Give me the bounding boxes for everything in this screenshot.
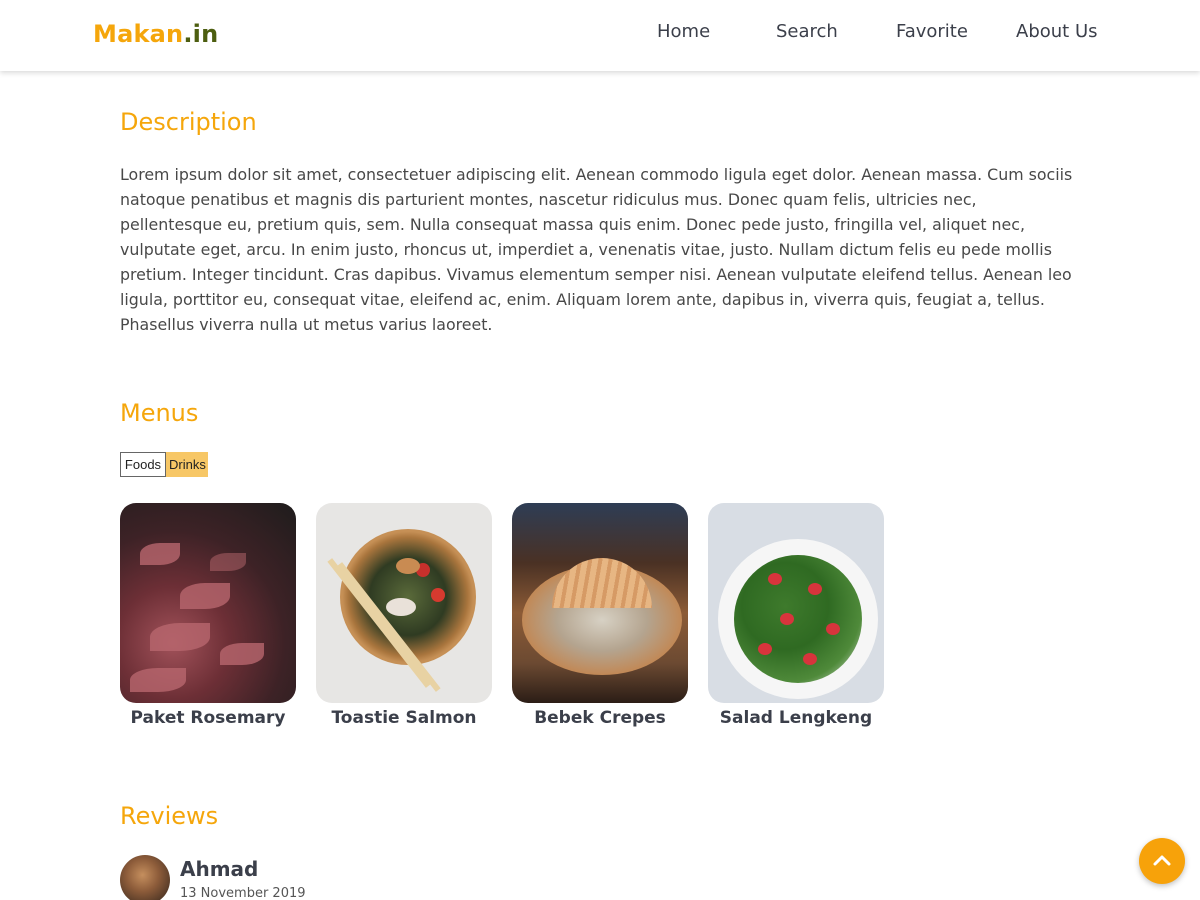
back-to-top-button[interactable] <box>1139 838 1185 884</box>
menu-card-title: Toastie Salmon <box>331 708 477 728</box>
menu-card-image <box>120 503 296 703</box>
description-text: Lorem ipsum dolor sit amet, consectetuer… <box>120 165 1073 334</box>
nav-favorite[interactable]: Favorite <box>896 21 968 42</box>
reviews-heading: Reviews <box>120 802 219 830</box>
menu-card-image <box>708 503 884 703</box>
menu-card[interactable]: Toastie Salmon <box>316 503 492 728</box>
main-nav: Home Search Favorite About Us <box>0 21 1200 45</box>
description-heading: Description <box>120 108 257 136</box>
menu-card[interactable]: Bebek Crepes <box>512 503 688 728</box>
nav-search[interactable]: Search <box>776 21 838 42</box>
nav-about-us[interactable]: About Us <box>1016 21 1098 42</box>
nav-home[interactable]: Home <box>657 21 710 42</box>
menu-card-title: Salad Lengkeng <box>719 708 873 728</box>
tab-drinks[interactable]: Drinks <box>166 452 208 477</box>
site-header: Makan.in Home Search Favorite About Us <box>0 0 1200 71</box>
menus-heading: Menus <box>120 399 199 427</box>
menu-card[interactable]: Paket Rosemary <box>120 503 296 728</box>
menu-card[interactable]: Salad Lengkeng <box>708 503 884 728</box>
tab-foods[interactable]: Foods <box>120 452 166 477</box>
menu-tabs: Foods Drinks <box>120 452 208 477</box>
chevron-up-icon <box>1153 855 1171 866</box>
menu-card-title: Bebek Crepes <box>534 708 666 728</box>
menu-card-list: Paket Rosemary Toastie Salmon Bebek Crep… <box>120 503 884 728</box>
menu-card-image <box>512 503 688 703</box>
reviewer-name: Ahmad <box>180 857 259 881</box>
menu-card-image <box>316 503 492 703</box>
review-item: Ahmad 13 November 2019 <box>120 855 720 900</box>
avatar <box>120 855 170 900</box>
review-date: 13 November 2019 <box>180 886 306 900</box>
menu-card-title: Paket Rosemary <box>130 708 286 728</box>
